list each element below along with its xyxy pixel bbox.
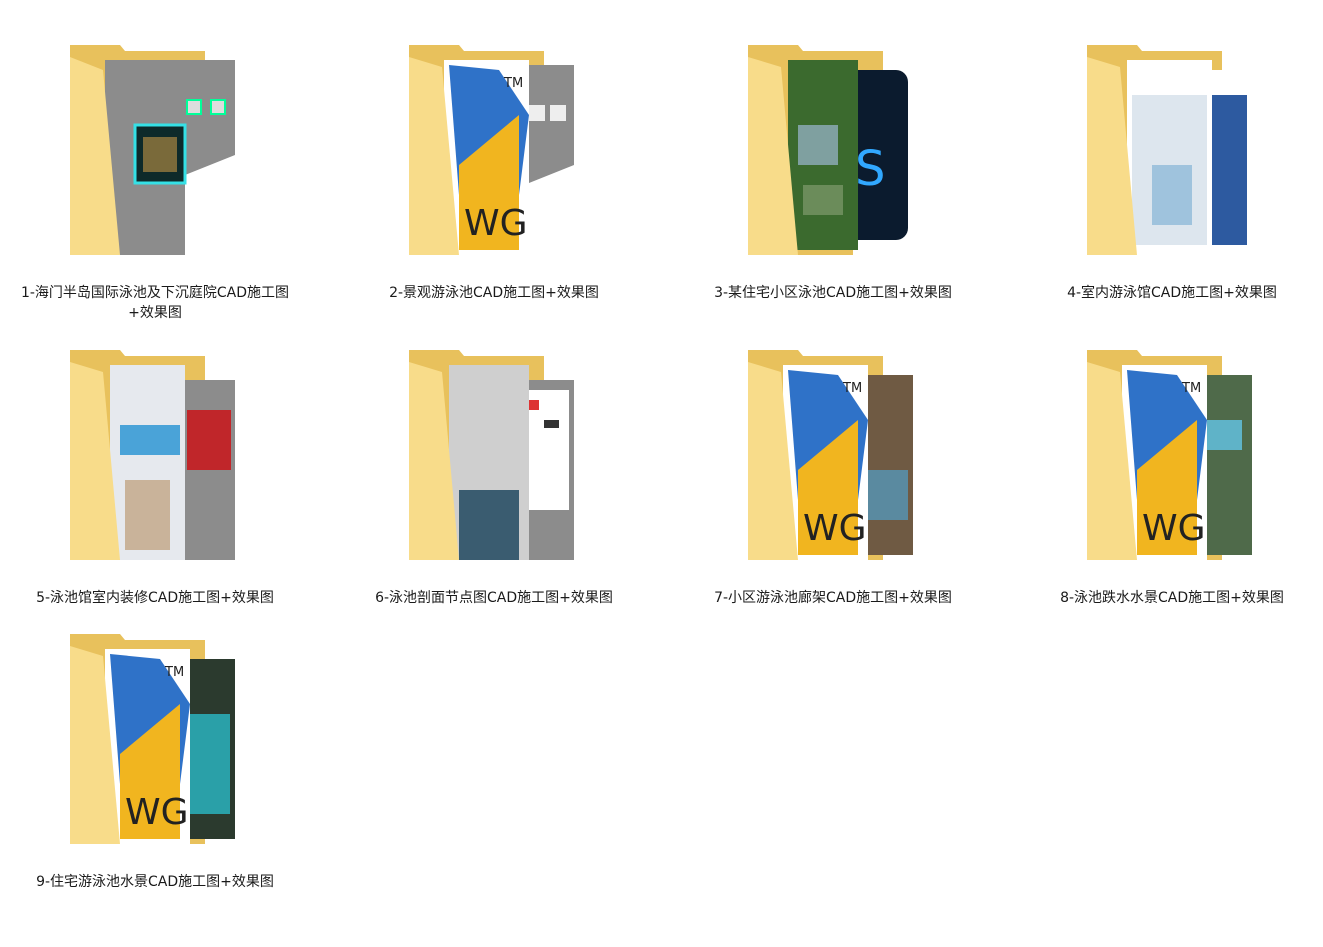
folder-label: 4-室内游泳馆CAD施工图+效果图 <box>1067 285 1277 301</box>
folder-icon: WG TM <box>65 634 245 864</box>
folder-item-4[interactable]: 4-室内游泳馆CAD施工图+效果图 <box>1032 45 1312 305</box>
folder-item-6[interactable]: 6-泳池剖面节点图CAD施工图+效果图 <box>354 350 634 610</box>
ps-badge: S <box>855 141 885 197</box>
folder-item-7[interactable]: WG TM 7-小区游泳池廊架CAD施工图+效果图 <box>693 350 973 610</box>
folder-label: 7-小区游泳池廊架CAD施工图+效果图 <box>714 590 952 606</box>
folder-item-9[interactable]: WG TM 9-住宅游泳池水景CAD施工图+效果图 <box>15 634 295 894</box>
svg-text:TM: TM <box>1181 381 1201 396</box>
folder-label: 6-泳池剖面节点图CAD施工图+效果图 <box>375 590 613 606</box>
folder-item-2[interactable]: WG TM 2-景观游泳池CAD施工图+效果图 <box>354 45 634 305</box>
folder-item-8[interactable]: WG TM 8-泳池跌水水景CAD施工图+效果图 <box>1032 350 1312 610</box>
folder-icon <box>404 350 584 580</box>
svg-text:TM: TM <box>503 76 523 91</box>
folder-label: 9-住宅游泳池水景CAD施工图+效果图 <box>36 874 274 890</box>
svg-text:TM: TM <box>164 665 184 680</box>
folder-label: 8-泳池跌水水景CAD施工图+效果图 <box>1060 590 1284 606</box>
svg-text:WG: WG <box>803 508 867 549</box>
folder-label: 2-景观游泳池CAD施工图+效果图 <box>389 285 599 301</box>
folder-icon: WG TM <box>1082 350 1262 580</box>
folder-label: 3-某住宅小区泳池CAD施工图+效果图 <box>714 285 952 301</box>
folder-item-3[interactable]: S 3-某住宅小区泳池CAD施工图+效果图 <box>693 45 973 305</box>
dwg-badge: WG <box>464 203 528 244</box>
svg-text:WG: WG <box>1142 508 1206 549</box>
svg-text:TM: TM <box>842 381 862 396</box>
folder-icon: S <box>743 45 923 275</box>
folder-item-5[interactable]: 5-泳池馆室内装修CAD施工图+效果图 <box>15 350 295 610</box>
explorer-window: { "folders": [ {"name": "1-海门半岛国际泳池及下沉庭院… <box>0 0 1323 947</box>
folder-icon: WG TM <box>743 350 923 580</box>
folder-item-1[interactable]: 1-海门半岛国际泳池及下沉庭院CAD施工图+效果图 <box>15 45 295 321</box>
folder-icon <box>1082 45 1262 275</box>
folder-icon <box>65 45 245 275</box>
folder-icon <box>65 350 245 580</box>
svg-text:WG: WG <box>125 792 189 833</box>
folder-icon: WG TM <box>404 45 584 275</box>
folder-label: 5-泳池馆室内装修CAD施工图+效果图 <box>36 590 274 606</box>
folder-label: 1-海门半岛国际泳池及下沉庭院CAD施工图+效果图 <box>20 285 290 321</box>
